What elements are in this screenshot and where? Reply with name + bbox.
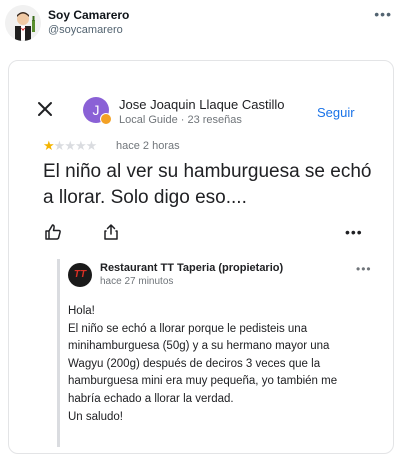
star-filled-icon: ★: [43, 138, 55, 153]
user-handle[interactable]: @soycamarero: [48, 24, 123, 36]
response-line: Un saludo!: [68, 410, 123, 423]
local-guide-badge-icon: [100, 113, 112, 125]
waiter-avatar-icon: [5, 5, 41, 41]
follow-button[interactable]: Seguir: [317, 105, 355, 120]
star-empty-icon: ★: [85, 138, 98, 153]
thumbs-up-icon[interactable]: [44, 223, 62, 241]
avatar[interactable]: [5, 5, 41, 41]
review-text: El niño al ver su hamburguesa se echó a …: [43, 161, 372, 208]
star-empty-icon: ★: [53, 138, 66, 153]
response-time: hace 27 minutos: [100, 276, 174, 287]
reviewer-meta: Local Guide · 23 reseñas: [119, 114, 242, 126]
owner-name: Restaurant TT Taperia (propietario): [100, 262, 284, 274]
response-line: minihamburguesa (50g) y a su hermano may…: [68, 340, 330, 353]
response-line: Wagyu (200g) después de deciros 3 veces …: [68, 357, 321, 370]
response-text: Hola! El niño se echó a llorar porque le…: [68, 303, 388, 426]
reviewer-name[interactable]: Jose Joaquin Llaque Castillo: [119, 97, 285, 112]
display-name[interactable]: Soy Camarero: [48, 8, 129, 22]
review-time: hace 2 horas: [116, 140, 180, 152]
response-line: Hola!: [68, 305, 95, 317]
owner-logo: TT: [68, 263, 92, 287]
response-line: habría echado a llorar la verdad.: [68, 392, 234, 405]
response-line: El niño se echó a llorar porque le pedis…: [68, 322, 308, 335]
close-icon[interactable]: [36, 100, 54, 118]
star-empty-icon: ★: [74, 138, 87, 153]
tweet-header: Soy Camarero @soycamarero •••: [0, 0, 400, 50]
star-empty-icon: ★: [64, 138, 76, 153]
response-more-icon[interactable]: •••: [356, 262, 372, 276]
review-more-icon[interactable]: •••: [345, 224, 363, 240]
response-line: hamburguesa mini era muy pequeña, yo tam…: [68, 375, 338, 388]
star-rating: ★★★★★: [43, 138, 98, 153]
review-card: J Jose Joaquin Llaque Castillo Local Gui…: [8, 60, 394, 454]
more-horizontal-icon[interactable]: •••: [374, 6, 392, 22]
share-icon[interactable]: [102, 223, 120, 241]
owner-response: TT Restaurant TT Taperia (propietario) h…: [57, 259, 390, 447]
